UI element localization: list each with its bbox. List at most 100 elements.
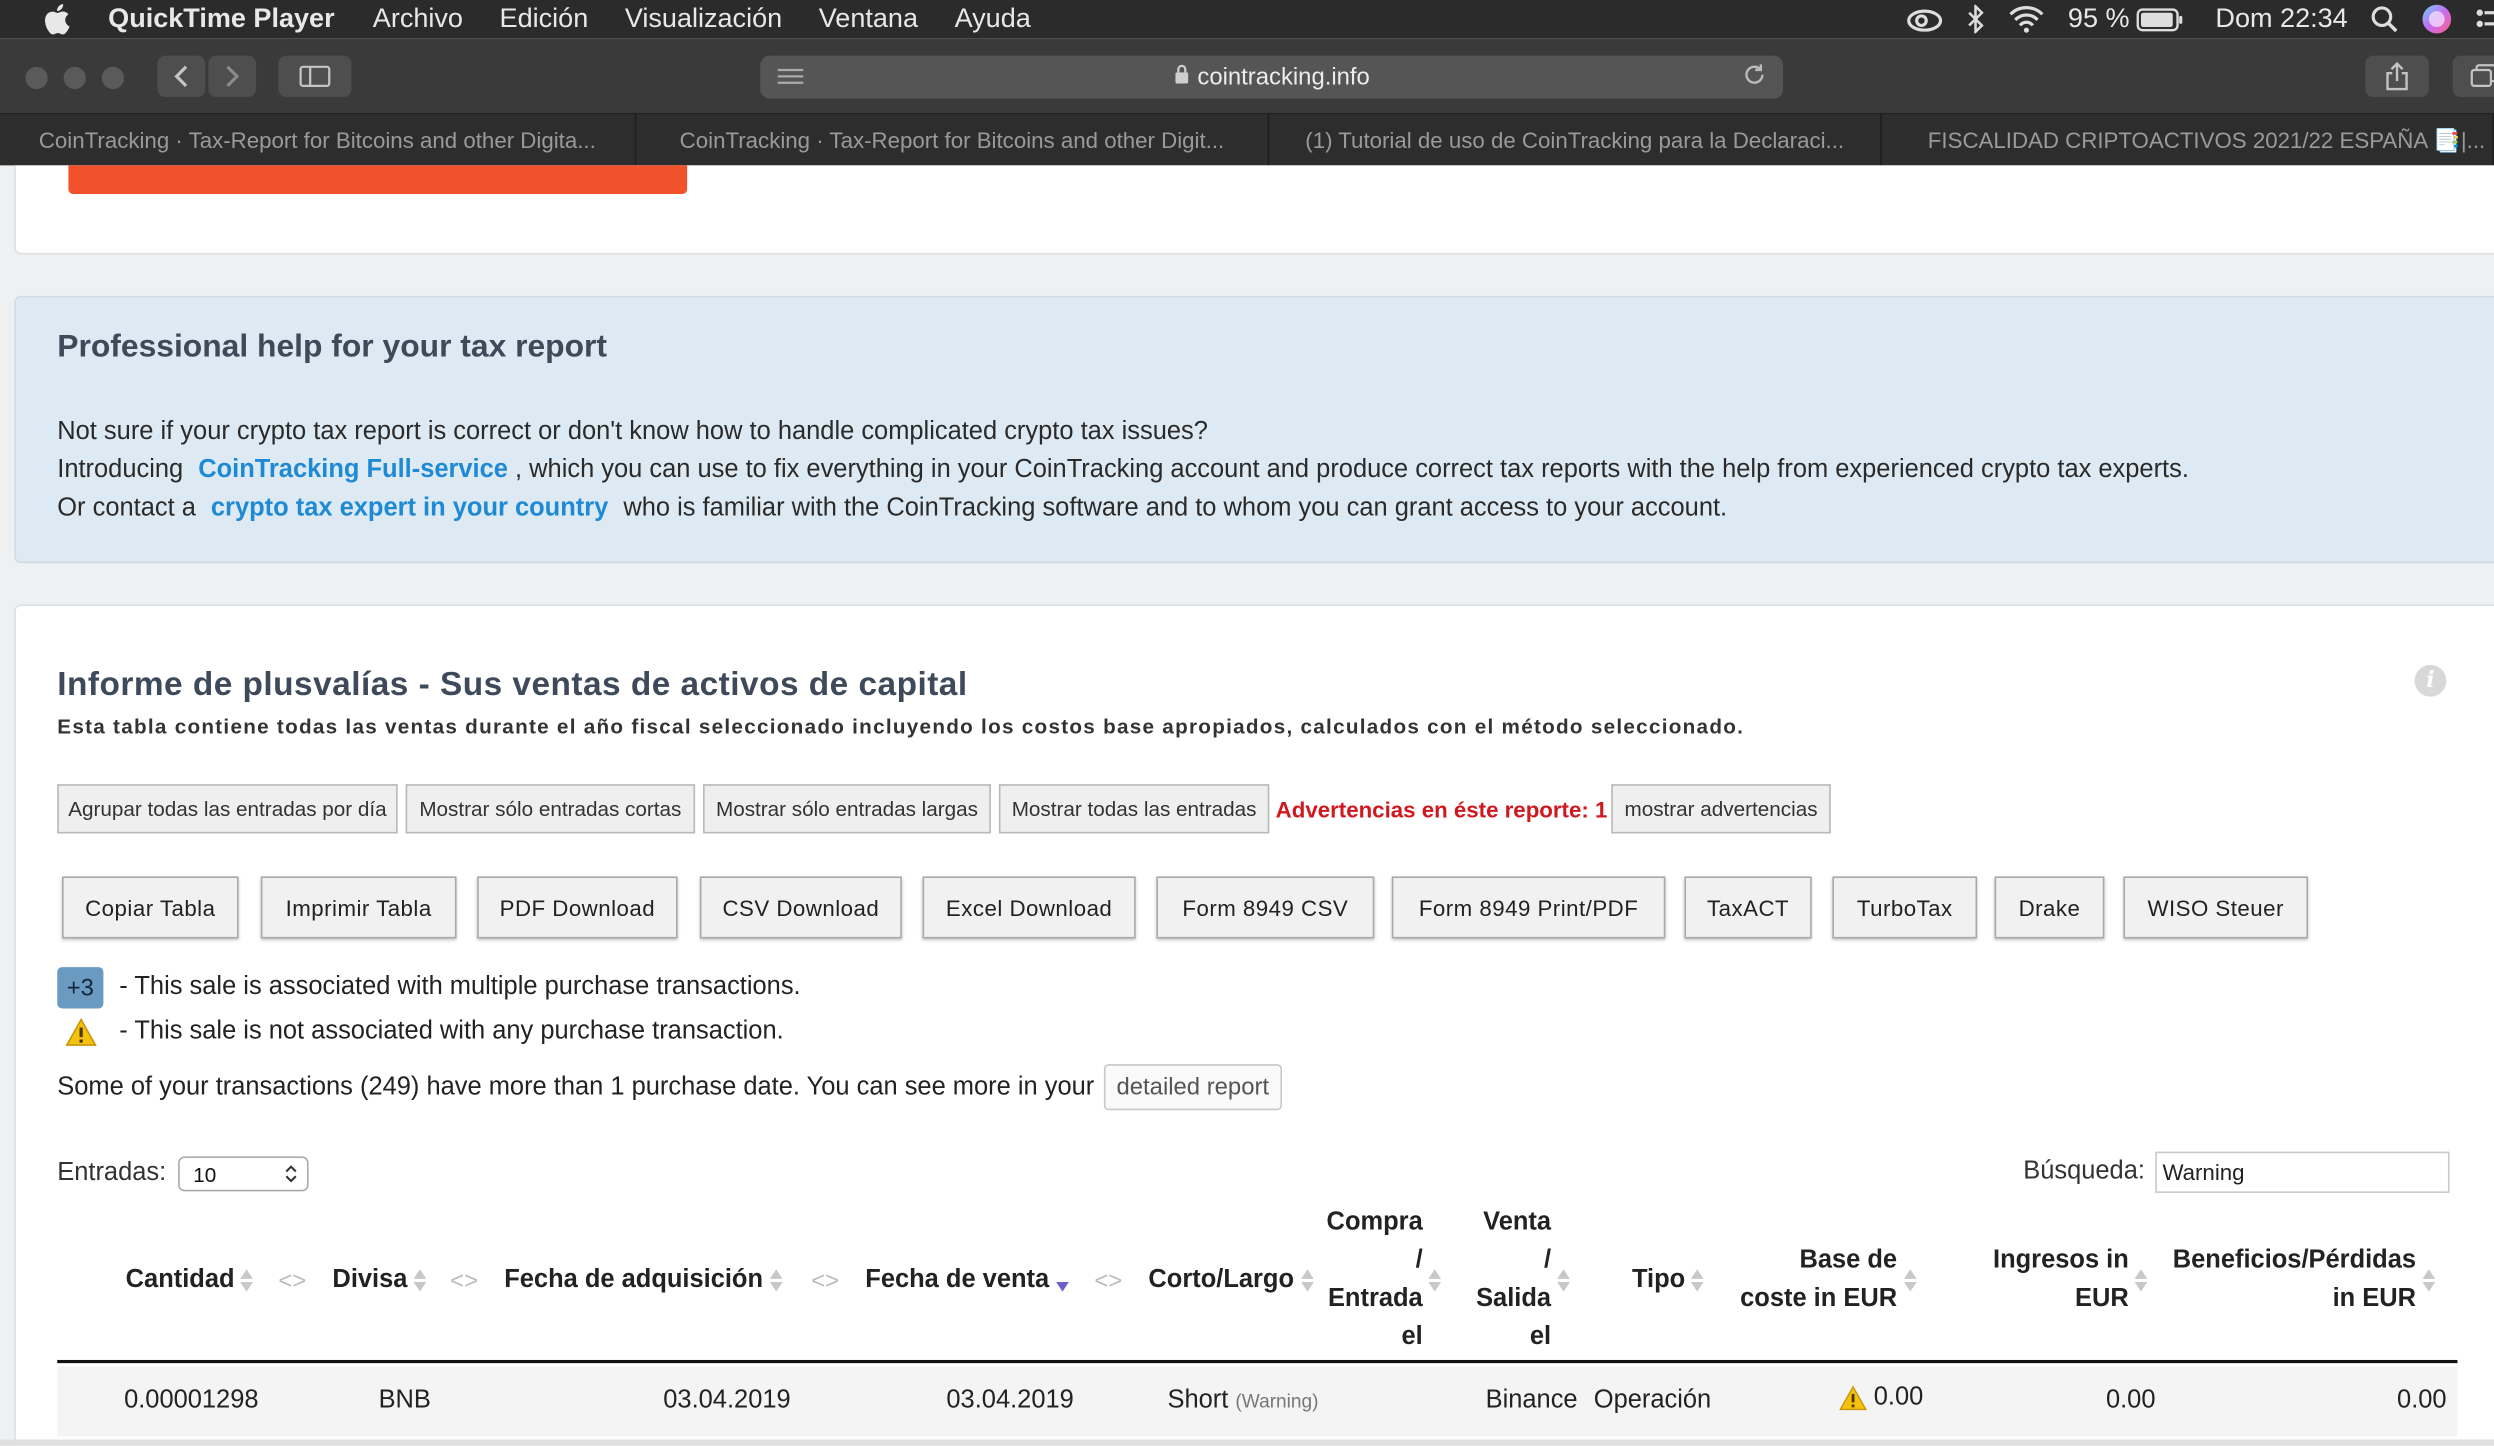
tabs-icon xyxy=(2470,64,2494,88)
col-venta[interactable]: Venta / Salida el xyxy=(1476,1204,1571,1357)
orange-action-button[interactable] xyxy=(68,165,688,195)
siri-icon[interactable] xyxy=(2421,3,2453,35)
col-ingresos[interactable]: Ingresos in EUR xyxy=(1993,1242,2148,1318)
back-button[interactable] xyxy=(157,55,206,98)
multi-purchase-badge: +3 xyxy=(57,967,104,1009)
sidebar-toggle-button[interactable] xyxy=(278,55,352,98)
address-bar[interactable]: cointracking.info xyxy=(760,55,1784,99)
reader-view-icon[interactable] xyxy=(776,67,805,94)
app-name-menu[interactable]: QuickTime Player xyxy=(108,3,334,35)
menu-archivo[interactable]: Archivo xyxy=(373,3,463,35)
warning-icon xyxy=(1839,1385,1867,1411)
col-fecha-venta-label: Fecha de venta xyxy=(865,1266,1050,1294)
window-zoom-button[interactable] xyxy=(101,66,125,90)
window-minimize-button[interactable] xyxy=(63,66,86,90)
multi-date-notice: Some of your transactions (249) have mor… xyxy=(57,1064,1282,1111)
wifi-icon[interactable] xyxy=(2007,5,2045,34)
detailed-report-button[interactable]: detailed report xyxy=(1103,1064,1282,1111)
sidebar-icon xyxy=(299,65,331,88)
show-warnings-button[interactable]: mostrar advertencias xyxy=(1611,784,1831,834)
help-line-2: Introducing CoinTracking Full-service , … xyxy=(57,457,2189,486)
wiso-steuer-button[interactable]: WISO Steuer xyxy=(2123,876,2308,939)
cell-warning-note: (Warning) xyxy=(1235,1390,1319,1413)
cell-corto-largo: Short (Warning) xyxy=(1168,1387,1319,1416)
col-beneficios-l1: Beneficios/Pérdidas xyxy=(2172,1247,2417,1275)
cell-corto-largo-value: Short xyxy=(1167,1387,1229,1415)
help-line-1: Not sure if your crypto tax report is co… xyxy=(57,418,1208,446)
spotlight-search-icon[interactable] xyxy=(2370,5,2399,34)
form-8949-pdf-button[interactable]: Form 8949 Print/PDF xyxy=(1391,876,1666,939)
top-card xyxy=(14,165,2494,255)
share-button[interactable] xyxy=(2365,55,2429,98)
col-venta-l4: el xyxy=(1529,1323,1552,1351)
long-entries-button[interactable]: Mostrar sólo entradas largas xyxy=(703,784,991,834)
excel-download-button[interactable]: Excel Download xyxy=(922,876,1136,939)
entries-control: Entradas: 10 xyxy=(57,1156,310,1192)
apple-menu-icon[interactable] xyxy=(38,2,73,37)
col-cantidad[interactable]: Cantidad xyxy=(126,1261,254,1299)
battery-icon[interactable] xyxy=(2136,7,2184,31)
col-venta-l2: / xyxy=(1543,1247,1552,1275)
legend-multi-text: - This sale is associated with multiple … xyxy=(119,973,801,1001)
tab-cointracking-1[interactable]: CoinTracking · Tax-Report for Bitcoins a… xyxy=(0,114,637,166)
col-fecha-adquisicion[interactable]: Fecha de adquisición xyxy=(504,1261,783,1299)
warnings-count: Advertencias en éste reporte: 1 xyxy=(1275,796,1608,823)
turbotax-button[interactable]: TurboTax xyxy=(1832,876,1978,939)
column-move-icon: <> xyxy=(278,1267,307,1295)
short-entries-button[interactable]: Mostrar sólo entradas cortas xyxy=(405,784,696,834)
col-corto-largo-label: Corto/Largo xyxy=(1148,1266,1295,1294)
menu-edicion[interactable]: Edición xyxy=(500,3,589,35)
browser-toolbar: cointracking.info xyxy=(0,38,2494,115)
tab-overview-button[interactable] xyxy=(2452,55,2494,98)
col-divisa-label: Divisa xyxy=(332,1266,408,1294)
report-title: Informe de plusvalías - Sus ventas de ac… xyxy=(57,666,968,704)
forward-button[interactable] xyxy=(208,55,257,98)
tab-tutorial[interactable]: (1) Tutorial de uso de CoinTracking para… xyxy=(1269,114,1882,166)
table-row[interactable]: 0.00001298 BNB 03.04.2019 03.04.2019 Sho… xyxy=(57,1366,2458,1437)
col-base-coste[interactable]: Base de coste in EUR xyxy=(1740,1242,1917,1318)
column-move-icon: <> xyxy=(1094,1267,1123,1295)
report-subtitle: Esta tabla contiene todas las ventas dur… xyxy=(57,714,1745,739)
menu-ayuda[interactable]: Ayuda xyxy=(955,3,1031,35)
share-icon xyxy=(2386,61,2408,91)
control-center-icon[interactable] xyxy=(2475,5,2494,34)
window-close-button[interactable] xyxy=(25,66,48,90)
column-move-icon: <> xyxy=(811,1267,840,1295)
sort-icon xyxy=(1429,1269,1442,1292)
clock[interactable]: Dom 22:34 xyxy=(2215,3,2347,35)
search-input[interactable]: Warning xyxy=(2154,1151,2449,1193)
entries-select[interactable]: 10 xyxy=(178,1156,310,1192)
tab-cointracking-2[interactable]: CoinTracking · Tax-Report for Bitcoins a… xyxy=(636,114,1270,166)
col-beneficios[interactable]: Beneficios/Pérdidas in EUR xyxy=(2173,1242,2436,1318)
pdf-download-button[interactable]: PDF Download xyxy=(477,876,678,939)
sort-icon xyxy=(2422,1269,2436,1292)
creative-cloud-icon[interactable] xyxy=(1906,6,1944,32)
csv-download-button[interactable]: CSV Download xyxy=(699,876,902,939)
col-corto-largo[interactable]: Corto/Largo xyxy=(1148,1261,1314,1299)
menu-ventana[interactable]: Ventana xyxy=(819,3,918,35)
col-compra[interactable]: Compra / Entrada el xyxy=(1327,1204,1442,1357)
col-beneficios-label: Beneficios/Pérdidas in EUR xyxy=(2173,1242,2416,1318)
info-icon[interactable]: i xyxy=(2414,664,2447,697)
col-divisa[interactable]: Divisa xyxy=(332,1261,427,1299)
col-fecha-venta[interactable]: Fecha de venta xyxy=(865,1261,1069,1299)
drake-button[interactable]: Drake xyxy=(1994,876,2105,939)
full-service-link[interactable]: CoinTracking Full-service xyxy=(198,457,508,484)
menu-visualizacion[interactable]: Visualización xyxy=(625,3,782,35)
group-by-day-button[interactable]: Agrupar todas las entradas por día xyxy=(57,784,398,834)
cell-divisa: BNB xyxy=(378,1387,431,1415)
multi-date-text: Some of your transactions (249) have mor… xyxy=(57,1072,1095,1100)
all-entries-button[interactable]: Mostrar todas las entradas xyxy=(998,784,1270,834)
cell-tipo: Operación xyxy=(1593,1387,1712,1415)
tab-fiscalidad[interactable]: FISCALIDAD CRIPTOACTIVOS 2021/22 ESPAÑA … xyxy=(1882,114,2494,166)
tax-expert-link[interactable]: crypto tax expert in your country xyxy=(211,495,608,522)
cell-venta: Binance xyxy=(1485,1387,1578,1415)
bluetooth-icon[interactable] xyxy=(1966,4,1985,34)
form-8949-csv-button[interactable]: Form 8949 CSV xyxy=(1156,876,1375,939)
col-tipo[interactable]: Tipo xyxy=(1632,1261,1705,1299)
reload-icon[interactable] xyxy=(1742,62,1767,95)
copy-table-button[interactable]: Copiar Tabla xyxy=(62,876,239,939)
print-table-button[interactable]: Imprimir Tabla xyxy=(260,876,457,939)
taxact-button[interactable]: TaxACT xyxy=(1684,876,1812,939)
col-compra-l4: el xyxy=(1401,1323,1423,1351)
